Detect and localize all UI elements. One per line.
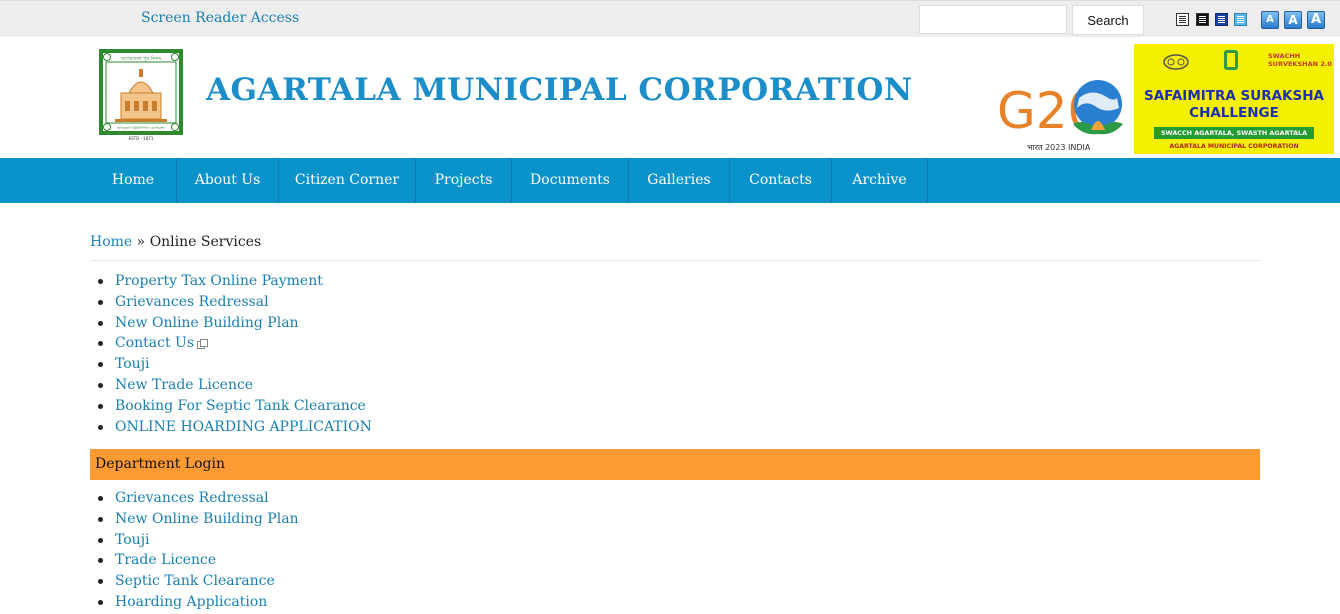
search-button[interactable]: Search [1072, 5, 1144, 35]
site-title[interactable]: AGARTALA MUNICIPAL CORPORATION [206, 72, 913, 108]
contact-us-link[interactable]: Contact Us [115, 335, 194, 351]
main-navigation: Home About Us Citizen Corner Projects Do… [0, 158, 1340, 203]
list-item: ONLINE HOARDING APPLICATION [90, 417, 372, 438]
list-item: New Online Building Plan [90, 313, 372, 334]
new-trade-licence-link[interactable]: New Trade Licence [115, 377, 253, 393]
list-item: Grievances Redressal [90, 488, 299, 509]
department-login-list: Grievances Redressal New Online Building… [90, 488, 299, 613]
nav-item-projects[interactable]: Projects [416, 158, 512, 203]
dept-touji-link[interactable]: Touji [115, 532, 150, 548]
external-link-icon [197, 339, 209, 350]
online-hoarding-application-link[interactable]: ONLINE HOARDING APPLICATION [115, 419, 372, 435]
screen-reader-access-link[interactable]: Screen Reader Access [141, 10, 299, 26]
safaimitra-challenge-banner[interactable]: SWACHH SURVEKSHAN 2.0 SAFAIMITRA SURAKSH… [1134, 44, 1334, 154]
breadcrumb-divider [90, 260, 1260, 261]
online-building-plan-link[interactable]: New Online Building Plan [115, 315, 299, 331]
swachh-survekshan-label: SWACHH SURVEKSHAN 2.0 [1268, 52, 1332, 68]
banner-title-line1: SAFAIMITRA SURAKSHA [1144, 88, 1324, 104]
search-input[interactable] [919, 5, 1067, 34]
list-item: Property Tax Online Payment [90, 271, 372, 292]
list-item: Grievances Redressal [90, 292, 372, 313]
banner-title: SAFAIMITRA SURAKSHA CHALLENGE [1134, 88, 1334, 122]
g20-logo: G20 भारत 2023 INDIA [995, 78, 1131, 156]
nav-item-contacts[interactable]: Contacts [730, 158, 832, 203]
property-tax-payment-link[interactable]: Property Tax Online Payment [115, 273, 323, 289]
nav-item-citizen-corner[interactable]: Citizen Corner [279, 158, 416, 203]
list-item: New Online Building Plan [90, 509, 299, 530]
touji-link[interactable]: Touji [115, 356, 150, 372]
banner-title-line2: CHALLENGE [1189, 105, 1279, 121]
dept-online-building-plan-link[interactable]: New Online Building Plan [115, 511, 299, 527]
high-contrast-icon[interactable] [1196, 13, 1209, 26]
list-item: Touji [90, 354, 372, 375]
nav-item-archive[interactable]: Archive [832, 158, 928, 203]
nav-item-galleries[interactable]: Galleries [629, 158, 730, 203]
breadcrumb-home-link[interactable]: Home [90, 234, 132, 250]
dept-septic-tank-clearance-link[interactable]: Septic Tank Clearance [115, 573, 275, 589]
online-services-list: Property Tax Online Payment Grievances R… [90, 271, 372, 437]
light-blue-theme-icon[interactable] [1234, 13, 1247, 26]
department-login-heading: Department Login [90, 449, 1260, 480]
list-item: Septic Tank Clearance [90, 571, 299, 592]
nav-item-documents[interactable]: Documents [512, 158, 629, 203]
list-item: Booking For Septic Tank Clearance [90, 396, 372, 417]
list-item: Hoarding Application [90, 592, 299, 613]
breadcrumb: Home » Online Services [90, 234, 261, 250]
breadcrumb-current: Online Services [149, 234, 262, 250]
font-normal-button[interactable]: A [1284, 11, 1302, 29]
logo-bengali-title: আগরতলা পুর নিগম [120, 56, 162, 62]
breadcrumb-separator: » [136, 234, 146, 250]
nav-item-about-us[interactable]: About Us [177, 158, 279, 203]
dept-trade-licence-link[interactable]: Trade Licence [115, 552, 216, 568]
nav-item-home[interactable]: Home [90, 158, 177, 203]
list-item: New Trade Licence [90, 375, 372, 396]
corporation-logo[interactable]: আগরতলা পুর নিগম আগরতলা মিউনিসিপ্যাল কর্প… [99, 49, 183, 141]
top-utility-bar: Screen Reader Access Search A A A [0, 0, 1340, 37]
grievances-redressal-link[interactable]: Grievances Redressal [115, 294, 269, 310]
septic-tank-booking-link[interactable]: Booking For Septic Tank Clearance [115, 398, 366, 414]
normal-contrast-icon[interactable] [1176, 13, 1189, 26]
dept-hoarding-application-link[interactable]: Hoarding Application [115, 594, 267, 610]
list-item: Trade Licence [90, 550, 299, 571]
g20-subtitle: भारत 2023 INDIA [1027, 143, 1091, 152]
banner-footer: AGARTALA MUNICIPAL CORPORATION [1169, 143, 1299, 150]
list-item: Touji [90, 530, 299, 551]
logo-established-text: ESTD - 1871 [129, 136, 154, 141]
font-increase-button[interactable]: A [1307, 11, 1325, 29]
logo-bengali-subtitle: আগরতলা মিউনিসিপ্যাল কর্পোরেশন [116, 126, 165, 130]
dept-grievances-redressal-link[interactable]: Grievances Redressal [115, 490, 269, 506]
blue-theme-icon[interactable] [1215, 13, 1228, 26]
list-item: Contact Us [90, 333, 372, 354]
banner-tagline: SWACCH AGARTALA, SWASTH AGARTALA [1154, 127, 1314, 139]
font-decrease-button[interactable]: A [1261, 11, 1279, 29]
